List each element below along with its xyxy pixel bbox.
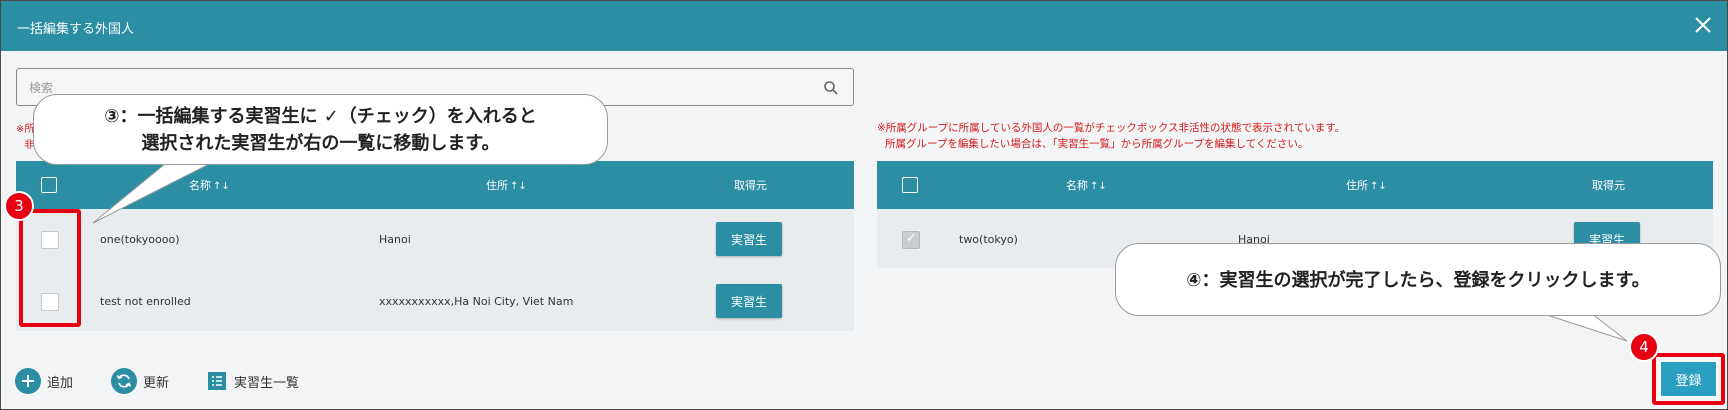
table-header: 名称 ↑↓ 住所 ↑↓ 取得元 [16,161,854,209]
refresh-button[interactable]: 更新 [111,367,169,395]
sort-icon[interactable]: ↑↓ [510,181,527,192]
table-row: test not enrolled xxxxxxxxxxx,Ha Noi Cit… [16,271,854,333]
callout-step3-line2: 選択された実習生が右の一覧に移動します。 [141,133,500,154]
step-badge-4: 4 [1629,332,1659,362]
row-checkbox-disabled [902,231,920,249]
column-header-source: 取得元 [1592,179,1625,192]
table-header: 名称 ↑↓ 住所 ↑↓ 取得元 [877,161,1713,209]
trainee-list-button[interactable]: 実習生一覧 [208,367,299,395]
row-address: Hanoi [379,233,411,246]
list-icon [208,372,226,390]
source-button[interactable]: 実習生 [716,284,782,318]
modal-footer: 追加 更新 実習生一覧 [1,353,1727,409]
note-line1: ※所属グループに所属している外国人の一覧がチェックボックス非活性の状態で表示され… [877,122,1346,134]
register-button[interactable]: 登録 [1659,360,1718,398]
column-header-name[interactable]: 名称 ↑↓ [1066,177,1107,193]
sort-icon[interactable]: ↑↓ [213,181,230,192]
callout-step3-line1: ③：一括編集する実習生に ✓（チェック）を入れると [104,106,537,127]
bulk-edit-modal: 一括編集する外国人 ※所 非 ※所属グループに所属している外国人の一覧がチェック… [0,0,1728,410]
column-header-name[interactable]: 名称 ↑↓ [189,177,230,193]
modal-header: 一括編集する外国人 [1,1,1727,51]
column-header-address[interactable]: 住所 ↑↓ [486,177,527,193]
source-button[interactable]: 実習生 [716,222,782,256]
left-note-fragment: ※所 非 [16,122,34,154]
select-all-checkbox[interactable] [902,177,918,193]
left-note-fragment-line1: ※所 [16,124,35,135]
column-header-address[interactable]: 住所 ↑↓ [1346,177,1387,193]
callout-step4: ④：実習生の選択が完了したら、登録をクリックします。 [1115,243,1721,316]
search-icon[interactable] [823,80,839,96]
callout-step3: ③：一括編集する実習生に ✓（チェック）を入れると 選択された実習生が右の一覧に… [33,94,608,165]
row-name: test not enrolled [100,295,191,308]
sort-icon[interactable]: ↑↓ [1370,181,1387,192]
group-warning-note: ※所属グループに所属している外国人の一覧がチェックボックス非活性の状態で表示され… [877,120,1345,152]
select-all-checkbox[interactable] [41,177,57,193]
note-line2: 所属グループを編集したい場合は、「実習生一覧」から所属グループを編集してください… [885,138,1309,150]
table-row: one(tokyoooo) Hanoi 実習生 [16,209,854,271]
step-badge-3: 3 [4,191,34,221]
sort-icon[interactable]: ↑↓ [1090,181,1107,192]
add-button-label: 追加 [47,375,74,391]
left-note-fragment-line2: 非 [24,140,34,151]
plus-icon [15,368,41,394]
row-address: xxxxxxxxxxx,Ha Noi City, Viet Nam [379,295,574,308]
row-name: two(tokyo) [959,233,1018,246]
modal-title: 一括編集する外国人 [17,22,135,37]
row-name: one(tokyoooo) [100,233,180,246]
close-icon[interactable] [1691,13,1715,37]
checkbox-highlight-frame [19,209,81,327]
trainee-list-button-label: 実習生一覧 [234,375,300,391]
column-header-source: 取得元 [734,179,767,192]
add-button[interactable]: 追加 [15,367,73,395]
refresh-icon [111,368,137,394]
available-trainees-table: 名称 ↑↓ 住所 ↑↓ 取得元 one(tokyoooo) Hanoi 実習生 te… [16,161,854,331]
refresh-button-label: 更新 [143,375,170,391]
